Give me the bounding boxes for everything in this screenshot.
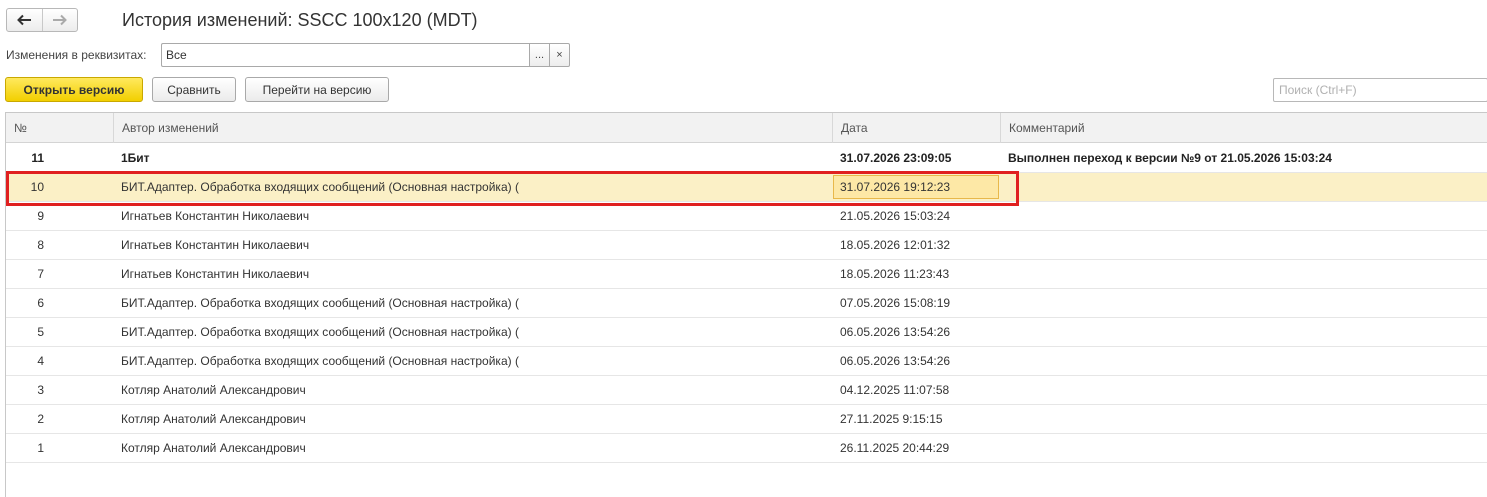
filter-label: Изменения в реквизитах: [6, 48, 147, 62]
cell-number: 2 [37, 412, 44, 426]
versions-table: № Автор изменений Дата Комментарий 11 1Би… [5, 112, 1487, 497]
cell-comment [1008, 434, 1486, 462]
table-row[interactable]: 9 Игнатьев Константин Николаевич 21.05.202… [6, 202, 1487, 231]
navigation-buttons [6, 8, 78, 32]
cell-number: 10 [30, 180, 44, 194]
cell-date: 07.05.2026 15:08:19 [840, 296, 951, 310]
arrow-right-icon [52, 14, 67, 26]
cell-comment [1008, 405, 1486, 433]
table-row[interactable]: 2 Котляр Анатолий Александрович 27.11.2025… [6, 405, 1487, 434]
search-input[interactable] [1274, 79, 1487, 101]
search-box [1273, 78, 1487, 102]
cell-author: Игнатьев Константин Николаевич [121, 267, 310, 281]
cell-date: 21.05.2026 15:03:24 [840, 209, 951, 223]
cell-comment [1008, 347, 1486, 375]
window-title: История изменений: SSCC 100x120 (MDT) [122, 10, 478, 30]
arrow-left-icon [17, 14, 32, 26]
cell-author: Котляр Анатолий Александрович [121, 383, 306, 397]
cell-date: 18.05.2026 12:01:32 [840, 238, 951, 252]
cell-number: 9 [37, 209, 44, 223]
cell-author: БИТ.Адаптер. Обработка входящих сообщени… [121, 180, 519, 194]
cell-number: 6 [37, 296, 44, 310]
cell-number: 11 [31, 151, 44, 165]
column-header-author[interactable]: Автор изменений [113, 113, 832, 143]
go-to-version-button[interactable]: Перейти на версию [245, 77, 389, 102]
cell-date: 18.05.2026 11:23:43 [840, 267, 950, 281]
cell-date: 04.12.2025 11:07:58 [840, 383, 950, 397]
table-row[interactable]: 8 Игнатьев Константин Николаевич 18.05.202… [6, 231, 1487, 260]
cell-number: 7 [37, 267, 44, 281]
cell-number: 3 [37, 383, 44, 397]
forward-button[interactable] [41, 9, 78, 31]
table-row[interactable]: 4 БИТ.Адаптер. Обработка входящих сообщен… [6, 347, 1487, 376]
cell-comment [1008, 318, 1486, 346]
cell-comment [1008, 173, 1486, 201]
cell-comment [1008, 376, 1486, 404]
table-row[interactable]: 7 Игнатьев Константин Николаевич 18.05.202… [6, 260, 1487, 289]
filter-field[interactable]: Все [161, 43, 530, 67]
cell-author: БИТ.Адаптер. Обработка входящих сообщени… [121, 354, 519, 368]
cell-author: Котляр Анатолий Александрович [121, 441, 306, 455]
cell-comment [1008, 231, 1486, 259]
cell-comment [1008, 260, 1486, 288]
table-row[interactable]: 3 Котляр Анатолий Александрович 04.12.2025… [6, 376, 1487, 405]
cell-author: Игнатьев Константин Николаевич [121, 238, 310, 252]
cell-author: Игнатьев Константин Николаевич [121, 209, 310, 223]
table-row[interactable]: 11 1Бит 31.07.2026 23:09:05 Выполнен перехо… [6, 144, 1487, 173]
cell-date: 26.11.2025 20:44:29 [840, 441, 950, 455]
cell-date: 06.05.2026 13:54:26 [840, 354, 951, 368]
open-version-button[interactable]: Открыть версию [5, 77, 143, 102]
cell-author: БИТ.Адаптер. Обработка входящих сообщени… [121, 296, 519, 310]
cell-date: 31.07.2026 23:09:05 [840, 151, 952, 165]
cell-comment: Выполнен переход к версии №9 от 21.05.20… [1008, 151, 1332, 165]
column-header-date[interactable]: Дата [832, 113, 1000, 143]
cell-date: 31.07.2026 19:12:23 [833, 175, 999, 199]
cell-date: 27.11.2025 9:15:15 [840, 412, 943, 426]
table-row[interactable]: 10 БИТ.Адаптер. Обработка входящих сообще… [6, 173, 1487, 202]
column-header-number[interactable]: № [6, 113, 113, 143]
filter-clear-button[interactable]: × [549, 43, 570, 67]
cell-number: 4 [37, 354, 44, 368]
cell-date: 06.05.2026 13:54:26 [840, 325, 951, 339]
table-row[interactable]: 5 БИТ.Адаптер. Обработка входящих сообщен… [6, 318, 1487, 347]
cell-author: Котляр Анатолий Александрович [121, 412, 306, 426]
compare-button[interactable]: Сравнить [152, 77, 236, 102]
back-button[interactable] [7, 9, 42, 31]
table-header: № Автор изменений Дата Комментарий [6, 113, 1487, 143]
cell-author: БИТ.Адаптер. Обработка входящих сообщени… [121, 325, 519, 339]
filter-select-button[interactable]: ... [529, 43, 550, 67]
cell-number: 8 [37, 238, 44, 252]
cell-number: 1 [37, 441, 44, 455]
cell-comment [1008, 289, 1486, 317]
table-row[interactable]: 1 Котляр Анатолий Александрович 26.11.2025… [6, 434, 1487, 463]
table-row[interactable]: 6 БИТ.Адаптер. Обработка входящих сообщен… [6, 289, 1487, 318]
cell-comment [1008, 202, 1486, 230]
column-header-comment[interactable]: Комментарий [1000, 113, 1487, 143]
cell-author: 1Бит [121, 151, 150, 165]
cell-number: 5 [37, 325, 44, 339]
